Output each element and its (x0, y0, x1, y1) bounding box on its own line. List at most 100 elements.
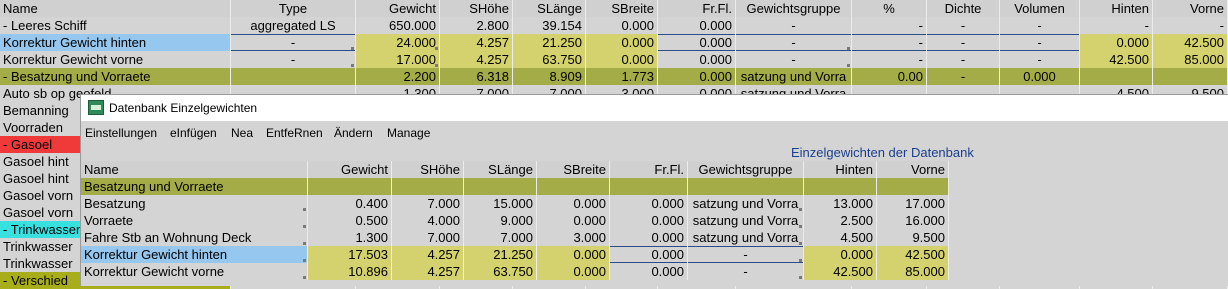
table-cell[interactable]: 63.750 (513, 51, 586, 68)
table-cell[interactable]: 42.500 (1080, 51, 1153, 68)
table-cell[interactable]: 9.500 (877, 229, 949, 246)
table-cell[interactable]: 1.773 (586, 68, 658, 85)
table-cell[interactable]: 10.896 (308, 263, 392, 280)
table-cell[interactable]: 0.00 (852, 68, 927, 85)
table-cell[interactable]: 1.300 (308, 229, 392, 246)
table-cell[interactable] (464, 178, 537, 195)
table-cell[interactable]: satzung und Vorra (688, 195, 804, 212)
column-header[interactable]: Volumen (1000, 0, 1080, 17)
column-header[interactable]: Vorne (877, 161, 949, 178)
table-cell[interactable]: 0.000 (610, 263, 688, 280)
table-cell[interactable]: Korrektur Gewicht vorne (81, 263, 308, 280)
table-cell[interactable]: 7.000 (392, 195, 464, 212)
table-cell[interactable]: 21.250 (464, 246, 537, 263)
table-cell[interactable]: 24.000 (356, 34, 440, 51)
table-cell[interactable]: - (852, 51, 927, 68)
table-cell[interactable]: 0.000 (586, 17, 658, 34)
column-header[interactable]: Gewichtsgruppe (688, 161, 804, 178)
column-header[interactable]: SBreite (537, 161, 610, 178)
table-cell[interactable]: 2.200 (356, 68, 440, 85)
table-cell[interactable]: - (1153, 17, 1228, 34)
table-cell[interactable]: 0.000 (537, 246, 610, 263)
table-cell[interactable]: - (736, 51, 852, 68)
table-cell[interactable]: 63.750 (464, 263, 537, 280)
table-cell[interactable] (877, 178, 949, 195)
column-header[interactable]: Fr.Fl. (658, 0, 736, 17)
table-row[interactable]: Korrektur Gewicht vorne -17.000 4.257 63.75… (0, 51, 1228, 68)
table-cell[interactable]: 0.000 (537, 263, 610, 280)
table-cell[interactable]: 3.000 (537, 229, 610, 246)
table-cell[interactable]: - (927, 34, 1000, 51)
table-cell[interactable]: 0.000 (537, 212, 610, 229)
table-cell[interactable]: 0.000 (1080, 34, 1153, 51)
table-cell[interactable]: - (927, 51, 1000, 68)
table-cell[interactable]: 0.500 (308, 212, 392, 229)
table-cell[interactable]: 0.000 (658, 51, 736, 68)
table-cell[interactable]: 4.500 (804, 229, 877, 246)
column-header[interactable]: Name (81, 161, 308, 178)
table-cell[interactable]: 39.154 (513, 17, 586, 34)
table-cell[interactable]: 2.500 (804, 212, 877, 229)
table-cell[interactable]: - (736, 17, 852, 34)
table-cell[interactable]: 4.257 (440, 34, 513, 51)
table-cell[interactable]: satzung und Vorra (688, 229, 804, 246)
table-cell[interactable]: 0.000 (586, 34, 658, 51)
table-cell[interactable]: 0.000 (610, 229, 688, 246)
column-header[interactable]: Hinten (1080, 0, 1153, 17)
table-cell[interactable]: Vorraete (81, 212, 308, 229)
column-header[interactable]: SHöhe (392, 161, 464, 178)
column-header[interactable]: SLänge (513, 0, 586, 17)
table-cell[interactable]: 17.000 (356, 51, 440, 68)
table-cell[interactable]: - Leeres Schiff (0, 17, 231, 34)
column-header[interactable]: SHöhe (440, 0, 513, 17)
table-cell[interactable]: 85.000 (1153, 51, 1228, 68)
table-cell[interactable] (308, 178, 392, 195)
table-cell[interactable]: 21.250 (513, 34, 586, 51)
table-cell[interactable]: 0.000 (658, 17, 736, 34)
table-cell[interactable] (231, 68, 356, 85)
table-cell[interactable]: - (736, 34, 852, 51)
table-cell[interactable]: Besatzung und Vorraete (81, 178, 308, 195)
menu-item[interactable]: eInfügen (170, 126, 217, 140)
table-cell[interactable]: 4.257 (440, 51, 513, 68)
table-row[interactable]: - Besatzung und Vorraete 2.200 6.318 8.909 1… (0, 68, 1228, 85)
table-cell[interactable]: - (927, 17, 1000, 34)
table-cell[interactable]: 0.000 (537, 195, 610, 212)
table-cell[interactable]: satzung und Vorra (688, 212, 804, 229)
table-cell[interactable]: 6.318 (440, 68, 513, 85)
column-header[interactable]: Hinten (804, 161, 877, 178)
table-cell[interactable] (392, 178, 464, 195)
column-header[interactable]: SLänge (464, 161, 537, 178)
table-cell[interactable] (610, 178, 688, 195)
table-cell[interactable]: 650.000 (356, 17, 440, 34)
table-cell[interactable]: 0.400 (308, 195, 392, 212)
menu-item[interactable]: EntfeRnen (266, 126, 323, 140)
column-header[interactable]: Gewichtsgruppe (736, 0, 852, 17)
table-cell[interactable]: Korrektur Gewicht hinten (0, 34, 231, 51)
column-header[interactable]: Type (231, 0, 356, 17)
table-cell[interactable]: 0.000 (804, 246, 877, 263)
table-cell[interactable]: - (231, 34, 356, 51)
table-cell[interactable]: - (1080, 17, 1153, 34)
table-cell[interactable]: - (231, 51, 356, 68)
table-cell[interactable]: 8.909 (513, 68, 586, 85)
table-cell[interactable]: 0.000 (586, 51, 658, 68)
table-cell[interactable]: 0.000 (610, 195, 688, 212)
table-cell[interactable]: 4.257 (392, 263, 464, 280)
table-cell[interactable]: - Besatzung und Vorraete (0, 68, 231, 85)
table-cell[interactable]: 17.000 (877, 195, 949, 212)
menu-item[interactable]: Einstellungen (85, 126, 157, 140)
table-row[interactable]: Korrektur Gewicht vorne 10.896 4.257 63.750… (81, 263, 949, 280)
column-header[interactable]: Name (0, 0, 231, 17)
table-cell[interactable]: 17.503 (308, 246, 392, 263)
table-row[interactable]: Korrektur Gewicht hinten 17.503 4.257 21.25… (81, 246, 949, 263)
table-cell[interactable]: Besatzung (81, 195, 308, 212)
table-cell[interactable]: 4.257 (392, 246, 464, 263)
table-cell[interactable] (1080, 68, 1153, 85)
table-cell[interactable]: 42.500 (1153, 34, 1228, 51)
menu-item[interactable]: Nea (231, 126, 253, 140)
table-cell[interactable]: 0.000 (658, 68, 736, 85)
table-cell[interactable]: 15.000 (464, 195, 537, 212)
table-cell[interactable]: 7.000 (464, 229, 537, 246)
table-cell[interactable] (804, 178, 877, 195)
